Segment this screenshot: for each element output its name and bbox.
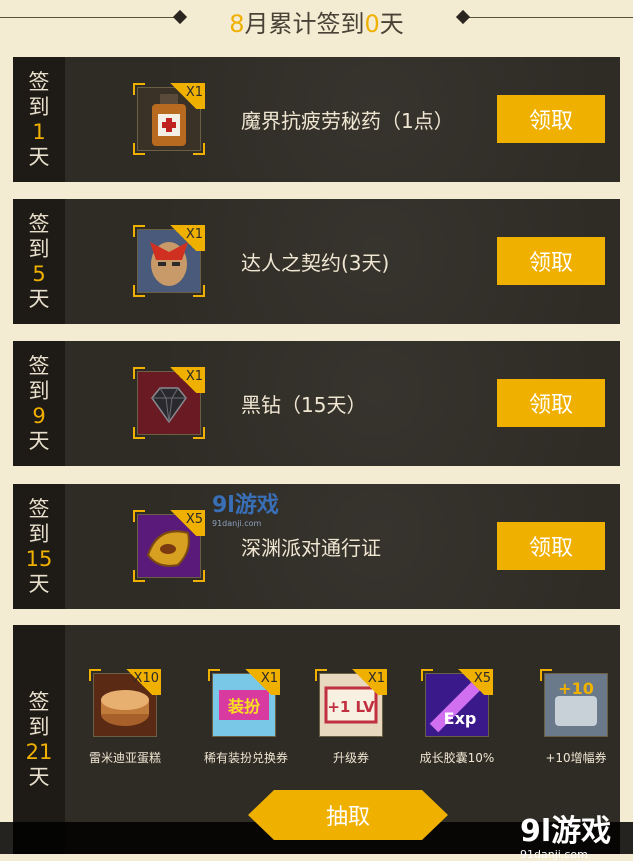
- day-label: 签 到 15 天: [13, 484, 65, 609]
- reward-row: 签 到 5 天 X1 达人之契约(3天) 领取: [13, 199, 620, 324]
- watermark-url: 91danji.com: [520, 848, 588, 861]
- draw-button[interactable]: 抽取: [274, 790, 422, 840]
- day-label-char: 签: [28, 69, 50, 94]
- day-number: 21: [25, 739, 53, 764]
- day-label-char: 到: [28, 94, 50, 119]
- item-caption: +10增幅券: [545, 751, 607, 765]
- watermark-text: 9l游戏: [212, 493, 279, 518]
- reward-name: 达人之契约(3天): [241, 251, 390, 275]
- day-label: 签 到 9 天: [13, 341, 65, 466]
- month-number: 8: [229, 10, 245, 38]
- day-label-char: 到: [28, 521, 50, 546]
- reward-row: 签 到 1 天 X1 魔界抗疲劳秘药（1点） 领取: [13, 57, 620, 182]
- quantity-label: X1: [185, 227, 203, 242]
- arrow-right-icon: [422, 790, 448, 840]
- claim-button[interactable]: 领取: [497, 379, 605, 427]
- day-label: 签 到 1 天: [13, 57, 65, 182]
- reward-item[interactable]: X10 雷米迪亚蛋糕: [85, 669, 165, 766]
- day-label-char: 天: [28, 286, 50, 311]
- quantity-label: X1: [367, 671, 385, 686]
- item-caption: 雷米迪亚蛋糕: [88, 751, 161, 765]
- day-label-char: 天: [28, 428, 50, 453]
- quantity-label: X1: [260, 671, 278, 686]
- page-header: 8月累计签到0天: [0, 0, 633, 44]
- watermark-url: 91danji.com: [212, 519, 262, 528]
- day-label-char: 签: [28, 689, 50, 714]
- reward-item[interactable]: 装扮 X1 稀有装扮兑换券: [204, 669, 289, 766]
- frame-corner: [421, 669, 433, 681]
- title-suffix: 天: [379, 10, 404, 38]
- watermark-logo: 9l游戏 91danji.com: [520, 806, 611, 861]
- reward-row: 签 到 9 天 X1 黑钻（15天） 领取: [13, 341, 620, 466]
- item-caption: 升级券: [332, 751, 369, 765]
- arrow-left-icon: [248, 790, 274, 840]
- reward-name: 深渊派对通行证: [241, 536, 381, 560]
- draw-control[interactable]: 抽取: [248, 790, 448, 840]
- reward-name: 黑钻（15天）: [241, 393, 367, 417]
- page-title: 8月累计签到0天: [0, 4, 633, 39]
- frame-corner: [193, 143, 205, 155]
- claim-button[interactable]: 领取: [497, 237, 605, 285]
- reward-name: 魔界抗疲劳秘药（1点）: [241, 109, 454, 133]
- signin-count: 0: [364, 10, 380, 38]
- frame-corner: [133, 570, 145, 582]
- frame-corner: [193, 570, 205, 582]
- day-label-char: 天: [28, 571, 50, 596]
- reward-item[interactable]: X1: [133, 83, 205, 155]
- frame-corner: [208, 669, 220, 681]
- item-caption: 成长胶囊10%: [419, 751, 495, 765]
- day-label-char: 天: [28, 144, 50, 169]
- day-label-char: 到: [28, 236, 50, 261]
- frame-corner: [540, 669, 552, 681]
- day-label: 签 到 21 天: [13, 625, 65, 854]
- frame-corner: [133, 225, 145, 237]
- frame-corner: [133, 427, 145, 439]
- level-up-art: +1 LV: [327, 698, 375, 716]
- day-label-char: 到: [28, 378, 50, 403]
- frame-corner: [89, 669, 101, 681]
- day-label-char: 签: [28, 496, 50, 521]
- costume-coupon-art: 装扮: [227, 697, 261, 716]
- watermark-text: 9l游戏: [520, 814, 612, 849]
- claim-button[interactable]: 领取: [497, 522, 605, 570]
- frame-corner: [315, 669, 327, 681]
- day-label-char: 签: [28, 211, 50, 236]
- quantity-label: X1: [185, 85, 203, 100]
- day-label: 签 到 5 天: [13, 199, 65, 324]
- day-label-char: 签: [28, 353, 50, 378]
- exp-capsule-art: Exp: [444, 709, 477, 728]
- reward-item[interactable]: Exp X5 成长胶囊10%: [417, 669, 497, 766]
- frame-corner: [193, 427, 205, 439]
- frame-corner: [133, 143, 145, 155]
- watermark-logo: 9l游戏 91danji.com: [212, 487, 279, 528]
- reward-row: 签 到 15 天 X5 深渊派对通行证 领取: [13, 484, 620, 609]
- quantity-label: X10: [133, 671, 159, 686]
- frame-corner: [133, 510, 145, 522]
- quantity-label: X5: [473, 671, 491, 686]
- claim-button[interactable]: 领取: [497, 95, 605, 143]
- day-label-char: 到: [28, 714, 50, 739]
- day-number: 5: [32, 261, 46, 286]
- title-text: 月累计签到: [244, 10, 365, 38]
- reward-item[interactable]: +1 LV X1 升级券: [311, 669, 391, 766]
- amplify-art: +10: [558, 679, 594, 698]
- day-number: 15: [25, 546, 53, 571]
- quantity-label: X5: [185, 512, 203, 527]
- frame-corner: [133, 367, 145, 379]
- frame-corner: [133, 83, 145, 95]
- reward-item[interactable]: X5: [133, 510, 205, 582]
- day-label-char: 天: [28, 764, 50, 789]
- item-caption: 稀有装扮兑换券: [204, 751, 289, 765]
- reward-item[interactable]: +10 +10增幅券: [536, 669, 616, 766]
- amplify-ticket-icon: +10: [544, 673, 608, 737]
- frame-corner: [133, 285, 145, 297]
- reward-item[interactable]: X1: [133, 225, 205, 297]
- reward-item[interactable]: X1: [133, 367, 205, 439]
- frame-corner: [193, 285, 205, 297]
- quantity-label: X1: [185, 369, 203, 384]
- day-number: 9: [32, 403, 46, 428]
- day-number: 1: [32, 119, 46, 144]
